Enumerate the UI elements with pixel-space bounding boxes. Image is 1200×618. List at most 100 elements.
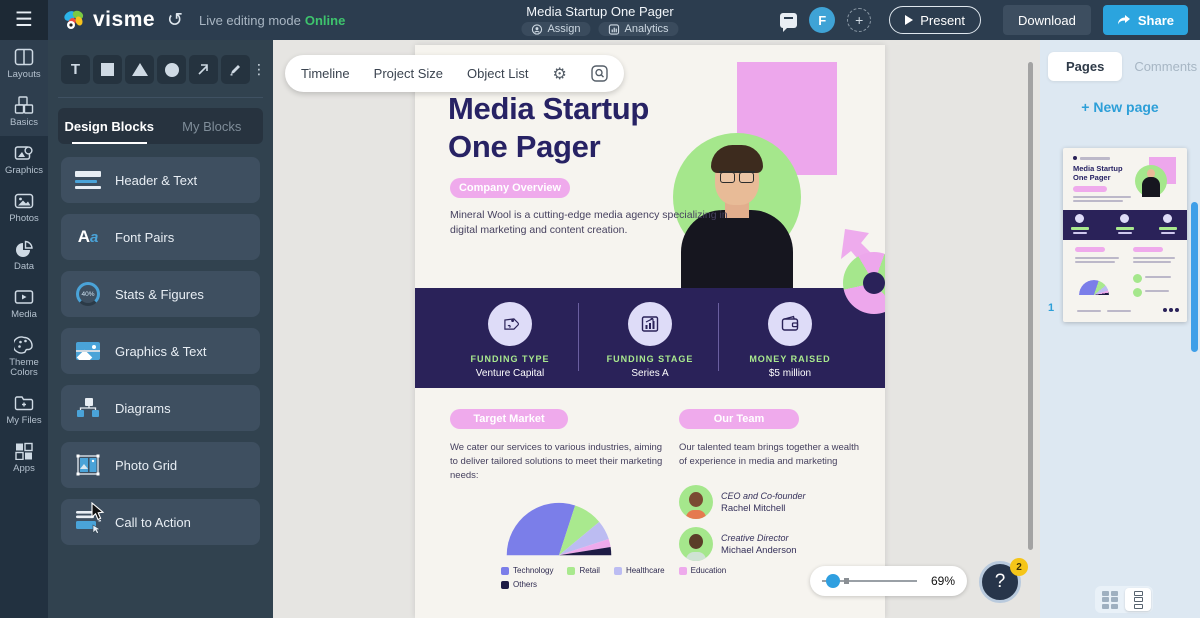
stat-funding-stage[interactable]: FUNDING STAGE Series A: [585, 302, 715, 379]
arrow-tool-button[interactable]: [189, 55, 218, 84]
grid-view-button[interactable]: [1097, 588, 1123, 611]
sidebar-item-apps[interactable]: Apps: [0, 434, 48, 482]
share-button[interactable]: Share: [1103, 5, 1188, 35]
block-diagrams[interactable]: Diagrams: [61, 385, 260, 431]
team-member[interactable]: Creative Director Michael Anderson: [679, 527, 797, 561]
graphics-icon: [14, 144, 34, 162]
canvas-toolbar: Timeline Project Size Object List ⚙: [285, 55, 624, 92]
industries-pie-chart[interactable]: [503, 502, 615, 558]
settings-gear-icon[interactable]: ⚙: [552, 64, 566, 84]
comments-icon[interactable]: [780, 13, 797, 28]
target-market-badge[interactable]: Target Market: [450, 409, 568, 429]
project-size-button[interactable]: Project Size: [374, 66, 443, 81]
triangle-tool-button[interactable]: [125, 55, 154, 84]
list-view-button[interactable]: [1125, 588, 1151, 611]
visme-flower-icon: [62, 8, 86, 32]
tab-comments[interactable]: Comments: [1122, 52, 1200, 81]
block-call-to-action[interactable]: Call to Action: [61, 499, 260, 545]
block-photo-grid[interactable]: Photo Grid: [61, 442, 260, 488]
avatar: [679, 485, 713, 519]
target-market-text[interactable]: We cater our services to various industr…: [450, 441, 672, 483]
tag-icon: [488, 302, 532, 346]
object-list-button[interactable]: Object List: [467, 66, 528, 81]
block-header-text[interactable]: Header & Text: [61, 157, 260, 203]
pen-icon: [228, 62, 243, 77]
user-avatar[interactable]: F: [809, 7, 835, 33]
my-files-icon: [14, 394, 34, 412]
apps-icon: [14, 442, 34, 460]
tab-design-blocks[interactable]: Design Blocks: [58, 108, 161, 144]
team-member[interactable]: CEO and Co-founder Rachel Mitchell: [679, 485, 806, 519]
page-title[interactable]: Media Startup One Pager: [448, 90, 649, 166]
new-page-button[interactable]: + New page: [1040, 99, 1200, 115]
block-font-pairs[interactable]: Aa Font Pairs: [61, 214, 260, 260]
sidebar-item-graphics[interactable]: Graphics: [0, 136, 48, 184]
growth-chart-icon: [628, 302, 672, 346]
undo-button[interactable]: ↺: [167, 9, 183, 32]
hamburger-menu-button[interactable]: ☰: [0, 0, 48, 40]
page-thumbnail[interactable]: Media Startup One Pager: [1063, 148, 1187, 322]
stats-band[interactable]: FUNDING TYPE Venture Capital FUNDING STA…: [415, 288, 885, 388]
logo-wordmark: visme: [93, 8, 155, 32]
company-overview-badge[interactable]: Company Overview: [450, 178, 570, 198]
circle-tool-button[interactable]: [157, 55, 186, 84]
download-button[interactable]: Download: [1003, 5, 1091, 35]
play-icon: [905, 15, 913, 25]
zoom-slider-handle[interactable]: [826, 574, 840, 588]
pie-legend: Technology Retail Healthcare Education O…: [501, 566, 741, 594]
legend-item: Healthcare: [614, 566, 665, 575]
stat-funding-type[interactable]: FUNDING TYPE Venture Capital: [445, 302, 575, 379]
search-objects-icon[interactable]: [591, 65, 608, 82]
sidebar-item-media[interactable]: Media: [0, 280, 48, 328]
present-button[interactable]: Present: [889, 6, 981, 34]
legend-item: Technology: [501, 566, 553, 575]
design-page[interactable]: Media Startup One Pager Company Overview…: [415, 45, 885, 618]
graphics-text-icon: [61, 342, 115, 360]
stat-money-raised[interactable]: MONEY RAISED $5 million: [725, 302, 855, 379]
top-bar: ☰ visme ↺ Live editing modeOnline Media …: [0, 0, 1200, 40]
more-tools-button[interactable]: ⋮: [253, 55, 265, 84]
timeline-button[interactable]: Timeline: [301, 66, 350, 81]
call-to-action-icon: [61, 509, 115, 535]
intro-text[interactable]: Mineral Wool is a cutting-edge media age…: [450, 208, 740, 238]
pages-tabs: Pages Comments: [1040, 40, 1200, 81]
sidebar-item-basics[interactable]: Basics: [0, 88, 48, 136]
canvas-scrollbar[interactable]: [1028, 62, 1033, 550]
pages-scrollbar[interactable]: [1191, 202, 1198, 352]
sidebar-item-data[interactable]: Data: [0, 232, 48, 280]
analytics-button[interactable]: Analytics: [599, 22, 679, 36]
text-tool-button[interactable]: T: [61, 55, 90, 84]
avatar: [679, 527, 713, 561]
tab-my-blocks[interactable]: My Blocks: [161, 108, 264, 144]
our-team-badge[interactable]: Our Team: [679, 409, 799, 429]
tab-pages[interactable]: Pages: [1048, 52, 1122, 81]
sidebar-item-layouts[interactable]: Layouts: [0, 40, 48, 88]
pen-tool-button[interactable]: [221, 55, 250, 84]
assign-button[interactable]: Assign: [521, 22, 590, 36]
zoom-slider[interactable]: [822, 580, 917, 582]
document-title[interactable]: Media Startup One Pager: [521, 4, 678, 19]
analytics-icon: [609, 24, 620, 35]
sidebar-item-my-files[interactable]: My Files: [0, 386, 48, 434]
visme-logo[interactable]: visme: [62, 8, 155, 32]
canvas-area[interactable]: Timeline Project Size Object List ⚙ Medi…: [273, 40, 1040, 618]
our-team-text[interactable]: Our talented team brings together a weal…: [679, 441, 869, 469]
panel-divider: [58, 97, 263, 98]
block-stats-figures[interactable]: 40% Stats & Figures: [61, 271, 260, 317]
pages-panel: Pages Comments + New page Media Startup …: [1040, 40, 1200, 618]
block-graphics-text[interactable]: Graphics & Text: [61, 328, 260, 374]
live-editing-status: Live editing modeOnline: [199, 13, 345, 28]
legend-item: Retail: [567, 566, 599, 575]
legend-item: Education: [679, 566, 727, 575]
stat-divider: [578, 303, 579, 371]
sidebar-item-photos[interactable]: Photos: [0, 184, 48, 232]
pie-chart: [503, 502, 615, 558]
add-collaborator-button[interactable]: +: [847, 8, 871, 32]
share-icon: [1117, 14, 1131, 26]
blocks-tabs: Design Blocks My Blocks: [58, 108, 263, 144]
stat-divider: [718, 303, 719, 371]
assign-icon: [531, 24, 542, 35]
sidebar-item-theme-colors[interactable]: Theme Colors: [0, 328, 48, 387]
square-tool-button[interactable]: [93, 55, 122, 84]
diagrams-icon: [61, 397, 115, 419]
